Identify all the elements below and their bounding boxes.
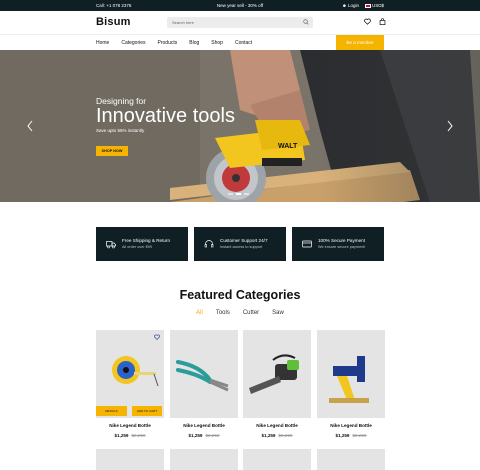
product-card[interactable]: Nike Legend Bottle $1,259 $2,259 [243, 330, 311, 438]
product-image[interactable] [317, 330, 385, 418]
nav-categories[interactable]: Categories [121, 40, 145, 46]
tab-saw[interactable]: Saw [272, 310, 284, 316]
product-card-partial[interactable] [170, 449, 238, 470]
tab-all[interactable]: All [196, 310, 203, 316]
headset-icon [204, 240, 214, 248]
tape-measure-image [112, 356, 159, 387]
price-current: $1,259 [261, 433, 276, 438]
product-card[interactable]: DETAILS ADD TO CART Nike Legend Bottle $… [96, 330, 164, 438]
chainsaw-image [249, 354, 299, 394]
product-image[interactable] [243, 330, 311, 418]
currency-label: USD$ [371, 3, 384, 8]
currency-selector[interactable]: USD$ [364, 3, 384, 8]
product-name[interactable]: Nike Legend Bottle [243, 423, 311, 428]
card-icon [302, 240, 312, 248]
nav-blog[interactable]: Blog [189, 40, 199, 46]
hero-description: Save upto 55% instantly [96, 128, 145, 133]
price-old: $2,259 [278, 433, 293, 438]
slider-dots [228, 193, 249, 195]
price-current: $1,259 [335, 433, 350, 438]
hero-title: Innovative tools [96, 105, 235, 127]
product-image[interactable]: DETAILS ADD TO CART [96, 330, 164, 418]
product-price: $1,259 $2,259 [243, 433, 311, 438]
slider-dot-active[interactable] [236, 193, 241, 195]
product-name[interactable]: Nike Legend Bottle [317, 423, 385, 428]
feature-title: Free Shipping & Return [122, 238, 171, 243]
feature-subtitle: All order over $99 [122, 245, 152, 249]
category-tabs: All Tools Cutter Saw [0, 310, 480, 316]
section-title: Featured Categories [179, 288, 301, 302]
main-nav: Home Categories Products Blog Shop Conta… [0, 34, 480, 51]
product-price: $1,259 $2,259 [96, 433, 164, 438]
slider-dot[interactable] [228, 193, 233, 195]
hero-banner: WALT Designing for Innovative tools Save… [0, 50, 480, 202]
svg-text:WALT: WALT [278, 143, 298, 150]
feature-shipping: Free Shipping & Return All order over $9… [96, 227, 188, 261]
bag-icon[interactable] [379, 18, 386, 25]
product-price: $1,259 $2,259 [317, 433, 385, 438]
shop-now-button[interactable]: SHOP NOW [96, 146, 128, 156]
hero-shade [320, 50, 480, 202]
feature-title: 100% Secure Payment [318, 238, 365, 243]
topbar-right: ☻ Login USD$ [342, 3, 384, 8]
wishlist-heart-icon[interactable] [154, 334, 160, 340]
login-label: Login [347, 3, 359, 8]
be-a-member-button[interactable]: Be a member [336, 35, 384, 51]
chevron-left-icon[interactable] [26, 120, 34, 132]
price-current: $1,259 [188, 433, 203, 438]
product-card[interactable]: Nike Legend Bottle $1,259 $2,259 [170, 330, 238, 438]
feature-payment: 100% Secure Payment We ensure secure pay… [292, 227, 384, 261]
add-to-cart-button[interactable]: ADD TO CART [132, 406, 162, 416]
staple-gun-image [329, 356, 369, 403]
product-price: $1,259 $2,259 [170, 433, 238, 438]
slider-dot[interactable] [244, 193, 249, 195]
product-image[interactable] [170, 330, 238, 418]
header-icons [364, 18, 386, 25]
feature-subtitle: We ensure secure payment! [318, 245, 366, 249]
product-name[interactable]: Nike Legend Bottle [170, 423, 238, 428]
flag-icon [364, 3, 371, 8]
truck-icon [106, 241, 116, 249]
nav-contact[interactable]: Contact [235, 40, 252, 46]
tab-tools[interactable]: Tools [216, 310, 230, 316]
product-card-partial[interactable] [243, 449, 311, 470]
product-card[interactable]: Nike Legend Bottle $1,259 $2,259 [317, 330, 385, 438]
tab-cutter[interactable]: Cutter [243, 310, 259, 316]
search-icon[interactable] [303, 19, 309, 25]
product-name[interactable]: Nike Legend Bottle [96, 423, 164, 428]
top-bar: Call: +1 078 2376 New year sell - 30% of… [0, 0, 480, 11]
login-link[interactable]: ☻ Login [342, 3, 359, 8]
details-button[interactable]: DETAILS [96, 406, 127, 416]
pliers-image [176, 360, 229, 392]
feature-title: Customer Support 24/7 [220, 238, 268, 243]
user-icon: ☻ [341, 3, 347, 8]
price-old: $2,259 [205, 433, 220, 438]
feature-subtitle: Instant access to support [220, 245, 263, 249]
price-old: $2,259 [131, 433, 146, 438]
chevron-right-icon[interactable] [446, 120, 454, 132]
price-current: $1,259 [114, 433, 129, 438]
nav-products[interactable]: Products [158, 40, 178, 46]
search-placeholder: Search here [172, 20, 194, 25]
logo[interactable]: Bisum [96, 16, 131, 28]
nav-home[interactable]: Home [96, 40, 109, 46]
heart-icon[interactable] [364, 18, 371, 25]
price-old: $2,259 [352, 433, 367, 438]
search-input[interactable]: Search here [167, 17, 313, 28]
feature-support: Customer Support 24/7 Instant access to … [194, 227, 286, 261]
promo-text: New year sell - 30% off [216, 3, 264, 8]
product-card-partial[interactable] [317, 449, 385, 470]
header: Bisum Search here [0, 11, 480, 34]
nav-shop[interactable]: Shop [211, 40, 223, 46]
product-card-partial[interactable] [96, 449, 164, 470]
